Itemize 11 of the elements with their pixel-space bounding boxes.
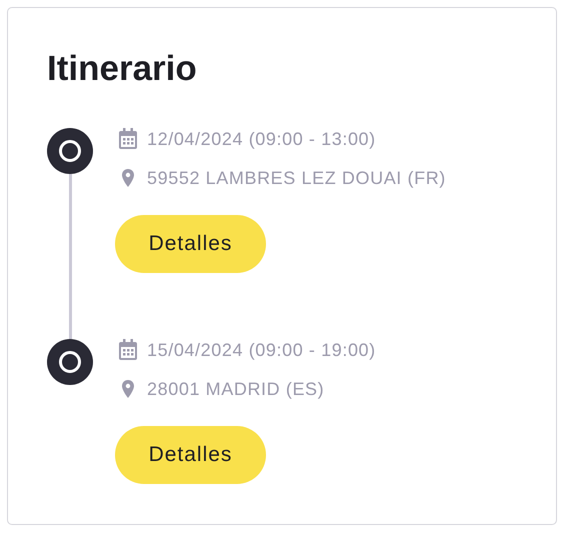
calendar-icon bbox=[118, 339, 138, 361]
timeline-marker-icon bbox=[47, 128, 93, 174]
date-text: 15/04/2024 (09:00 - 19:00) bbox=[147, 340, 376, 360]
calendar-icon bbox=[118, 128, 138, 150]
details-button[interactable]: Detalles bbox=[115, 426, 266, 484]
card-title: Itinerario bbox=[47, 48, 198, 90]
location-text: 59552 LAMBRES LEZ DOUAI (FR) bbox=[147, 168, 446, 188]
details-button[interactable]: Detalles bbox=[115, 215, 266, 273]
location-text: 28001 MADRID (ES) bbox=[147, 378, 324, 400]
date-text: 12/04/2024 (09:00 - 13:00) bbox=[147, 128, 376, 150]
timeline-marker-icon bbox=[47, 339, 93, 385]
